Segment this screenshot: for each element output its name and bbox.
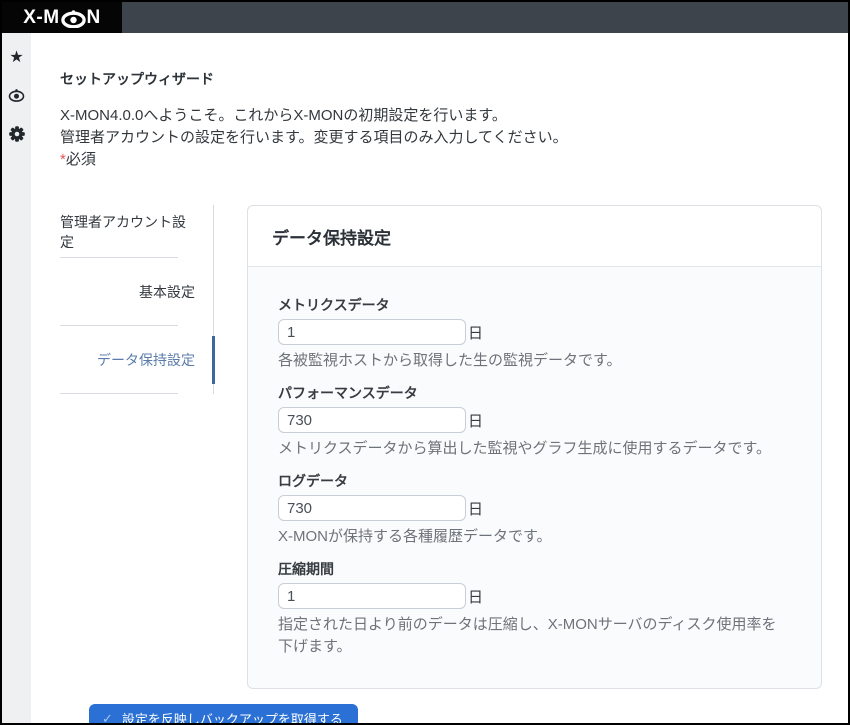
nav-link-admin-account[interactable]: 管理者アカウント設定 <box>60 208 215 256</box>
field-help: メトリクスデータから算出した監視やグラフ生成に使用するデータです。 <box>278 438 791 460</box>
logo-eye-icon <box>61 10 86 28</box>
field-help: X-MONが保持する各種履歴データです。 <box>278 526 791 548</box>
input-row: 日 <box>278 319 791 345</box>
field-label: 圧縮期間 <box>278 561 791 578</box>
check-icon: ✓ <box>102 712 113 725</box>
field-help: 指定された日より前のデータは圧縮し、X-MONサーバのディスク使用率を下げます。 <box>278 614 791 658</box>
performance-data-input[interactable] <box>278 407 466 433</box>
panel-header: データ保持設定 <box>248 206 821 267</box>
wizard-step-nav: 管理者アカウント設定 基本設定 データ保持設定 <box>60 205 214 394</box>
gear-icon[interactable] <box>8 125 25 142</box>
required-note: *必須 <box>60 149 822 171</box>
nav-link-data-retention[interactable]: データ保持設定 <box>97 336 215 384</box>
setup-wizard-page: X-M N ★ <box>0 0 850 725</box>
panel-body: メトリクスデータ 日 各被監視ホストから取得した生の監視データです。 パフォーマ… <box>248 267 821 688</box>
required-label: 必須 <box>66 151 96 168</box>
xmon-logo[interactable]: X-M N <box>2 2 122 33</box>
field-metrics-data: メトリクスデータ 日 各被監視ホストから取得した生の監視データです。 <box>278 297 791 372</box>
apply-backup-button-label: 設定を反映しバックアップを取得する <box>122 709 343 725</box>
main-content: セットアップウィザード X-MON4.0.0へようこそ。これからX-MONの初期… <box>31 33 848 723</box>
logo-text-suffix: N <box>87 8 101 27</box>
eye-icon[interactable] <box>8 87 25 104</box>
page-title: セットアップウィザード <box>60 69 822 89</box>
field-log-data: ログデータ 日 X-MONが保持する各種履歴データです。 <box>278 473 791 548</box>
input-row: 日 <box>278 495 791 521</box>
field-label: パフォーマンスデータ <box>278 385 791 402</box>
field-help: 各被監視ホストから取得した生の監視データです。 <box>278 350 791 372</box>
field-label: ログデータ <box>278 473 791 490</box>
intro-line-1: X-MON4.0.0へようこそ。これからX-MONの初期設定を行います。 <box>60 105 822 127</box>
apply-backup-button[interactable]: ✓ 設定を反映しバックアップを取得する <box>89 704 358 725</box>
input-row: 日 <box>278 583 791 609</box>
logo-text-prefix: X-M <box>23 8 59 27</box>
unit-label: 日 <box>468 498 483 519</box>
nav-item-admin-account: 管理者アカウント設定 <box>60 205 213 258</box>
field-performance-data: パフォーマンスデータ 日 メトリクスデータから算出した監視やグラフ生成に使用する… <box>278 385 791 460</box>
field-label: メトリクスデータ <box>278 297 791 314</box>
wizard-section: 管理者アカウント設定 基本設定 データ保持設定 データ保持設定 <box>60 205 822 689</box>
icon-sidebar: ★ <box>2 33 31 723</box>
intro-text: X-MON4.0.0へようこそ。これからX-MONの初期設定を行います。 管理者… <box>60 105 822 171</box>
unit-label: 日 <box>468 322 483 343</box>
data-retention-panel: データ保持設定 メトリクスデータ 日 各被監視ホストから取得した生の監視データで… <box>247 205 822 689</box>
field-compression-period: 圧縮期間 日 指定された日より前のデータは圧縮し、X-MONサーバのディスク使用… <box>278 561 791 658</box>
intro-line-2: 管理者アカウントの設定を行います。変更する項目のみ入力してください。 <box>60 127 822 149</box>
nav-item-basic-settings: 基本設定 <box>60 258 213 326</box>
log-data-input[interactable] <box>278 495 466 521</box>
unit-label: 日 <box>468 410 483 431</box>
unit-label: 日 <box>468 586 483 607</box>
app-body: ★ <box>2 33 848 723</box>
metrics-data-input[interactable] <box>278 319 466 345</box>
panel-title: データ保持設定 <box>272 224 391 249</box>
nav-item-data-retention: データ保持設定 <box>60 326 213 394</box>
topbar: X-M N <box>2 2 848 33</box>
nav-divider <box>60 393 178 394</box>
compression-period-input[interactable] <box>278 583 466 609</box>
star-icon[interactable]: ★ <box>8 49 25 66</box>
input-row: 日 <box>278 407 791 433</box>
nav-link-basic-settings[interactable]: 基本設定 <box>139 268 215 316</box>
